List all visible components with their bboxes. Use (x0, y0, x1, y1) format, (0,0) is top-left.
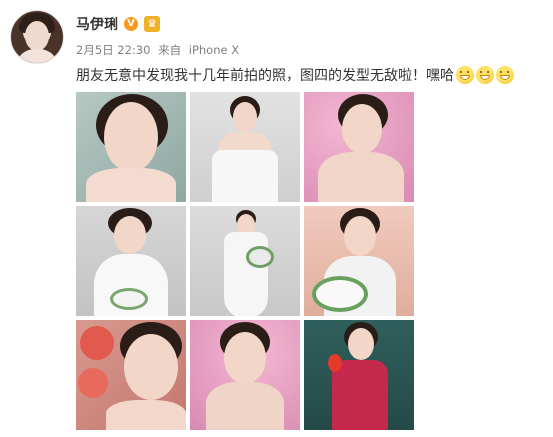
photo-face (104, 102, 158, 172)
photo-4[interactable] (76, 206, 186, 316)
grin-emoji-icon (496, 66, 514, 84)
user-name[interactable]: 马伊琍 (76, 14, 118, 34)
photo-dress (212, 150, 278, 202)
photo-5[interactable] (190, 206, 300, 316)
photo-face (342, 104, 382, 154)
photo-shoulders (86, 168, 176, 202)
photo-tulip (328, 354, 342, 372)
photo-face (348, 328, 374, 360)
post-device[interactable]: iPhone X (189, 43, 239, 57)
photo-rose (78, 368, 108, 398)
photo-3[interactable] (304, 92, 414, 202)
post-meta: 2月5日 22:30 来自 iPhone X (76, 42, 243, 58)
photo-shoulders (106, 400, 186, 430)
post-source-prefix: 来自 (158, 43, 182, 57)
photo-face (124, 334, 178, 400)
post-text-line: 朋友无意中发现我十几年前拍的照，图四的发型无敌啦！嘿哈 (76, 64, 514, 86)
photo-face (233, 102, 257, 132)
photo-9[interactable] (304, 320, 414, 430)
photo-dress (224, 232, 268, 316)
photo-bouquet (110, 288, 148, 310)
photo-7[interactable] (76, 320, 186, 430)
post-text: 朋友无意中发现我十几年前拍的照，图四的发型无敌啦！嘿哈 (76, 68, 454, 84)
photo-6[interactable] (304, 206, 414, 316)
photo-face (114, 216, 146, 254)
post-date[interactable]: 2月5日 22:30 (76, 43, 150, 57)
photo-shoulders (318, 152, 404, 202)
photo-shoulders (206, 382, 284, 430)
photo-2[interactable] (190, 92, 300, 202)
avatar-face (25, 21, 49, 51)
photo-bouquet (312, 276, 368, 312)
grin-emoji-icon (476, 66, 494, 84)
photo-1[interactable] (76, 92, 186, 202)
avatar-shoulders (15, 49, 59, 63)
verified-badge[interactable]: V (124, 17, 138, 31)
photo-face (344, 216, 376, 256)
photo-bouquet (246, 246, 274, 268)
crown-icon[interactable]: ♛ (144, 16, 160, 32)
photo-dress (332, 360, 388, 430)
post-header: 马伊琍 V ♛ (76, 12, 160, 36)
grin-emoji-icon (456, 66, 474, 84)
avatar[interactable] (10, 10, 64, 64)
photo-8[interactable] (190, 320, 300, 430)
photo-face (224, 332, 266, 384)
photo-rose (80, 326, 114, 360)
